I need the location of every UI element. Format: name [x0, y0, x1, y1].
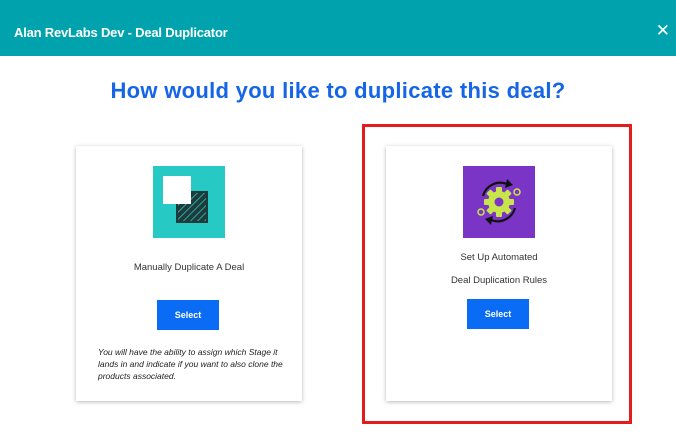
modal-title: Alan RevLabs Dev - Deal Duplicator — [14, 25, 228, 40]
duplicate-icon — [153, 166, 225, 238]
page-title: How would you like to duplicate this dea… — [110, 78, 566, 103]
manual-duplicate-card: Manually Duplicate A Deal Select You wil… — [76, 146, 302, 401]
close-icon[interactable]: ✕ — [656, 22, 670, 39]
select-manual-button[interactable]: Select — [157, 300, 219, 330]
deal-duplicator-modal: Alan RevLabs Dev - Deal Duplicator ✕ How… — [0, 0, 676, 445]
manual-duplicate-label: Manually Duplicate A Deal — [133, 262, 245, 273]
modal-header: Alan RevLabs Dev - Deal Duplicator ✕ — [0, 0, 676, 56]
manual-duplicate-note: You will have the ability to assign whic… — [98, 347, 283, 381]
highlight-box — [362, 124, 632, 424]
